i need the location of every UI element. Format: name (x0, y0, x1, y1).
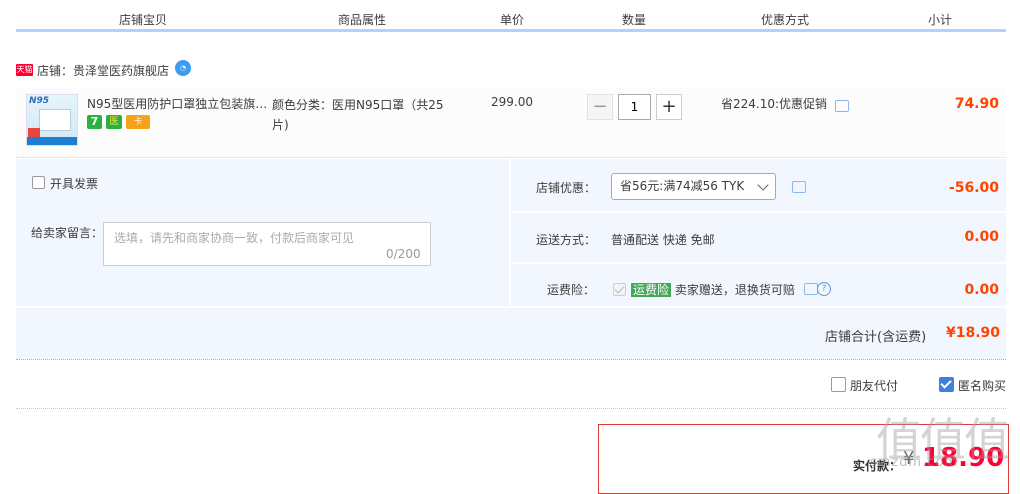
shipping-amount: 0.00 (964, 229, 999, 245)
quantity-stepper: − + (587, 94, 682, 120)
footer-divider (16, 408, 1006, 409)
shop-discount-amount: -56.00 (948, 180, 999, 196)
shop-discount-label: 店铺优惠： (536, 181, 597, 195)
row-separator (16, 306, 1006, 308)
card-payment-icon[interactable]: 卡 (126, 115, 150, 129)
unit-price: 299.00 (491, 95, 533, 109)
insurance-tag: 运费险 (631, 283, 672, 297)
message-label: 给卖家留言： (31, 226, 104, 240)
header-underline (16, 29, 1006, 32)
increase-quantity-button[interactable]: + (656, 94, 682, 120)
row-separator (511, 262, 1006, 264)
promotion-discount: 省224.10:优惠促销 (721, 97, 828, 111)
shipping-method: 普通配送 快递 免邮 (611, 233, 715, 247)
decrease-quantity-button[interactable]: − (587, 94, 613, 120)
column-separator (509, 159, 511, 306)
shop-discount-select[interactable]: 省56元:满74减56 TYK (611, 173, 776, 200)
col-quantity: 数量 (622, 13, 647, 27)
wangwang-chat-icon[interactable]: ◔ (175, 60, 191, 76)
message-to-seller-input[interactable] (103, 222, 431, 266)
anonymous-label: 匿名购买 (958, 379, 1007, 393)
shop-total-value: ¥18.90 (945, 325, 1000, 341)
item-subtotal: 74.90 (954, 96, 999, 112)
shop-discount-selected: 省56元:满74减56 TYK (620, 179, 745, 193)
insurance-info-icon[interactable] (804, 283, 818, 295)
col-shop-item: 店铺宝贝 (119, 13, 168, 27)
invoice-label: 开具发票 (50, 177, 99, 191)
invoice-checkbox[interactable] (32, 176, 45, 189)
anonymous-checkbox[interactable] (939, 377, 954, 392)
product-thumbnail[interactable]: N95 (26, 94, 78, 146)
thumbnail-text: N95 (29, 96, 50, 106)
seven-day-return-icon[interactable]: 7 (87, 115, 102, 129)
tmall-badge: 天猫 (16, 64, 33, 76)
insurance-amount: 0.00 (964, 282, 999, 298)
smzdm-watermark-site: smzdm.com (870, 455, 959, 470)
friend-pay-checkbox[interactable] (831, 377, 846, 392)
medical-service-icon[interactable]: 医 (106, 115, 122, 129)
friend-pay-label: 朋友代付 (850, 379, 899, 393)
col-discount: 优惠方式 (761, 13, 810, 27)
insurance-checkbox[interactable] (613, 283, 626, 296)
col-subtotal: 小计 (928, 13, 953, 27)
insurance-description: 卖家赠送，退换货可赔 (674, 283, 795, 297)
insurance-label: 运费险： (547, 283, 596, 297)
shipping-label: 运送方式： (536, 233, 597, 247)
product-attributes: 颜色分类：医用N95口罩（共25片) (272, 98, 444, 132)
message-char-count: 0/200 (386, 247, 421, 261)
promotion-info-icon[interactable] (835, 100, 849, 112)
shop-name-link[interactable]: 店铺：贵泽堂医药旗舰店 (37, 62, 169, 79)
discount-info-icon[interactable] (792, 181, 806, 193)
col-unit-price: 单价 (500, 13, 525, 27)
help-icon[interactable]: ? (817, 282, 831, 296)
insurance-desc-row: 运费险 卖家赠送，退换货可赔 (631, 281, 795, 298)
col-attributes: 商品属性 (338, 13, 387, 27)
row-separator (511, 211, 1006, 213)
chevron-down-icon (757, 179, 769, 191)
shop-total-label: 店铺合计(含运费) (825, 330, 927, 345)
quantity-input[interactable] (618, 94, 651, 120)
product-title-link[interactable]: N95型医用防护口罩独立包装旗… (87, 95, 267, 112)
